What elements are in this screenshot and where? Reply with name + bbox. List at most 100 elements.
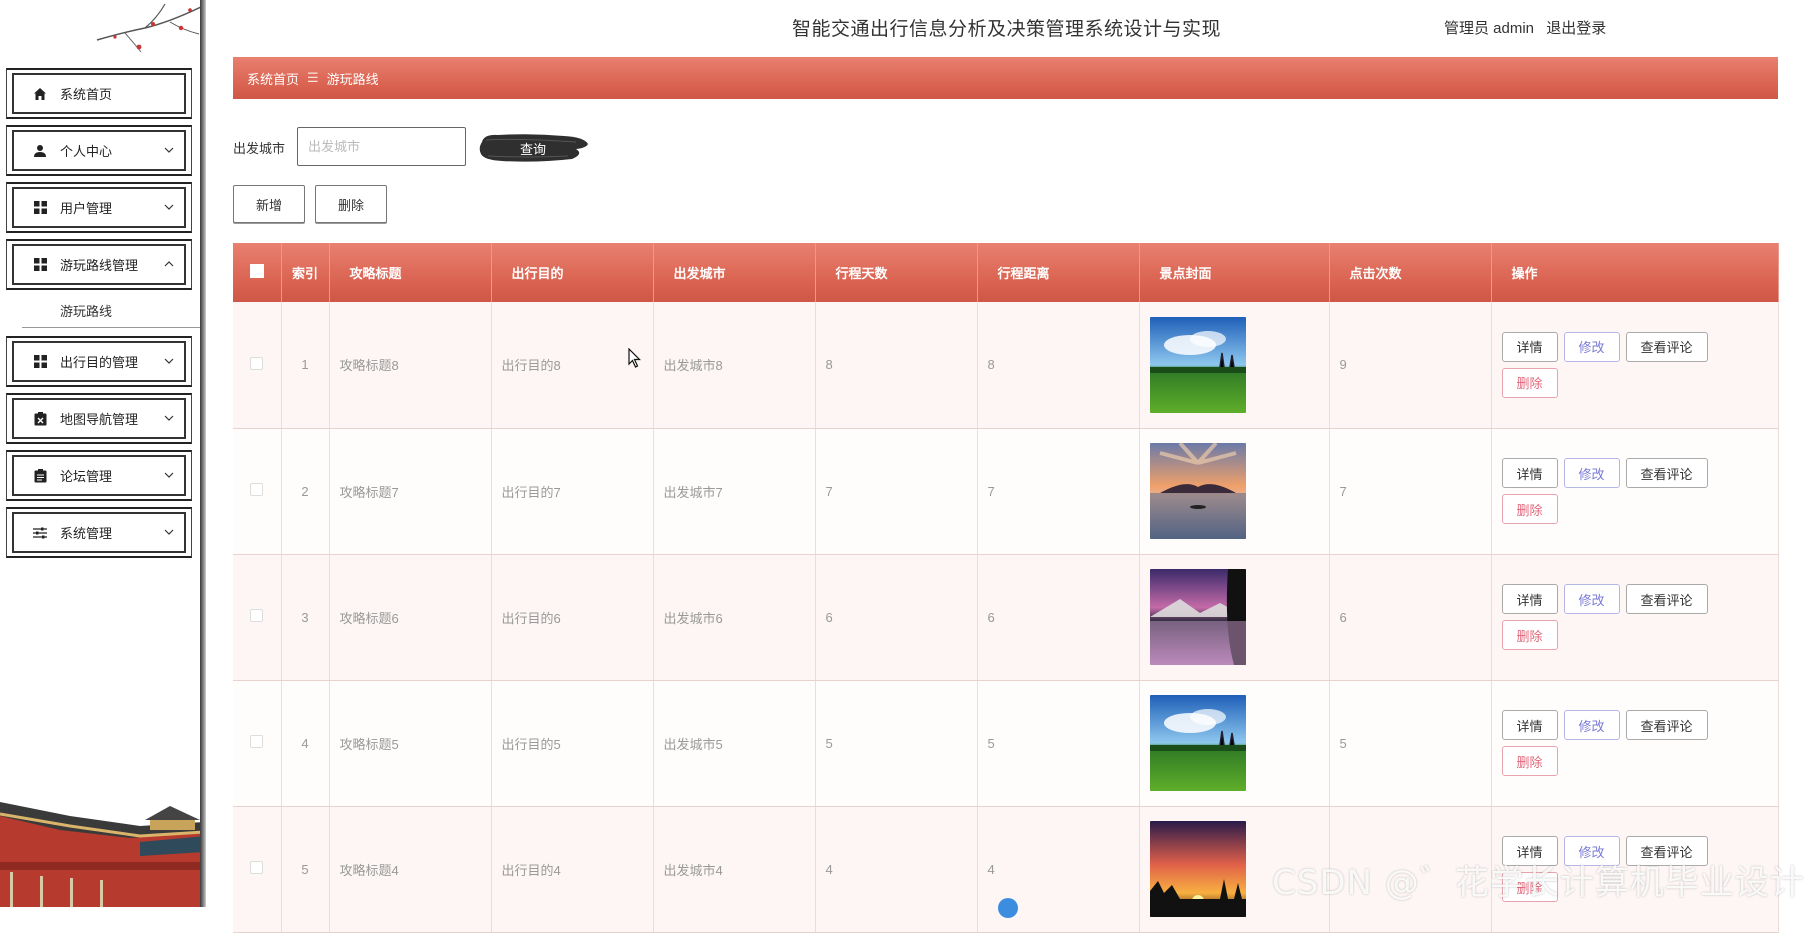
table-header-row: 索引 攻略标题 出行目的 出发城市 行程天数 行程距离 景点封面 点击次数 操作: [233, 243, 1779, 302]
column-header-distance: 行程距离: [977, 243, 1140, 302]
view-comments-button[interactable]: 查看评论: [1625, 458, 1708, 488]
row-checkbox[interactable]: [233, 680, 282, 807]
sidebar-item-label: 出行目的管理: [60, 355, 139, 370]
row-checkbox[interactable]: [233, 302, 282, 429]
view-comments-button[interactable]: 查看评论: [1625, 710, 1708, 740]
column-header-days: 行程天数: [815, 243, 978, 302]
view-comments-button[interactable]: 查看评论: [1625, 584, 1708, 614]
sidebar-item-personal-center[interactable]: 个人中心: [6, 125, 192, 176]
cell-cover: [1139, 428, 1330, 555]
cell-actions: 详情 修改 查看评论删除: [1491, 680, 1779, 807]
cover-image[interactable]: [1149, 569, 1246, 665]
cell-cover: [1139, 680, 1330, 807]
cover-image[interactable]: [1149, 316, 1246, 413]
cover-image[interactable]: [1149, 443, 1246, 539]
detail-button[interactable]: 详情: [1501, 458, 1558, 488]
sidebar-item-label: 用户管理: [60, 201, 113, 216]
edit-button[interactable]: 修改: [1563, 458, 1620, 488]
sidebar-item-label: 系统首页: [60, 87, 113, 102]
sidebar-divider: [200, 0, 206, 907]
sidebar-item-home[interactable]: 系统首页: [6, 68, 192, 119]
grid-icon: [32, 354, 48, 370]
column-header-clicks: 点击次数: [1329, 243, 1492, 302]
cell-city: 出发城市8: [653, 302, 816, 429]
column-header-city: 出发城市: [653, 243, 816, 302]
row-checkbox[interactable]: [233, 806, 282, 933]
sliders-icon: [32, 525, 48, 541]
cell-title: 攻略标题4: [329, 806, 492, 933]
cell-index: 2: [281, 428, 330, 555]
user-area: 管理员 admin 退出登录: [1444, 17, 1614, 38]
detail-button[interactable]: 详情: [1501, 710, 1558, 740]
edit-button[interactable]: 修改: [1563, 331, 1620, 362]
row-delete-button[interactable]: 删除: [1501, 367, 1558, 398]
column-header-index: 索引: [281, 243, 330, 302]
user-icon: [32, 143, 48, 159]
select-all-checkbox[interactable]: [233, 243, 282, 302]
breadcrumb-separator-icon: ☰: [307, 70, 319, 85]
detail-button[interactable]: 详情: [1501, 584, 1558, 614]
departure-city-input[interactable]: [297, 127, 466, 166]
row-delete-button[interactable]: 删除: [1501, 620, 1558, 650]
cell-distance: 7: [977, 428, 1140, 555]
plum-branch-decoration: [96, 3, 200, 53]
clipboard-icon: [32, 468, 48, 484]
sidebar-menu: 系统首页 个人中心 用户管理 游玩路线管理 游玩路线 出行目的管理 地图导航管理…: [0, 68, 200, 564]
row-delete-button[interactable]: 删除: [1501, 746, 1558, 776]
query-button-label: 查询: [519, 141, 546, 157]
cell-purpose: 出行目的5: [491, 680, 654, 807]
watermark: CSDN @゛花学长计算机毕业设计: [1272, 863, 1805, 903]
sidebar-item-label: 系统管理: [60, 526, 113, 541]
detail-button[interactable]: 详情: [1501, 331, 1558, 362]
scroll-indicator[interactable]: [998, 898, 1018, 918]
user-role: 管理员 admin: [1444, 20, 1535, 37]
edit-button[interactable]: 修改: [1563, 584, 1620, 614]
routes-table: 索引 攻略标题 出行目的 出发城市 行程天数 行程距离 景点封面 点击次数 操作…: [233, 243, 1779, 933]
sidebar-item-system-management[interactable]: 系统管理: [6, 507, 192, 558]
cell-index: 5: [281, 806, 330, 933]
logout-link[interactable]: 退出登录: [1546, 20, 1606, 37]
sidebar-subitem-routes[interactable]: 游玩路线: [22, 294, 200, 328]
app-title: 智能交通出行信息分析及决策管理系统设计与实现: [792, 19, 1222, 40]
query-button[interactable]: 查询: [476, 128, 590, 168]
delete-button[interactable]: 删除: [315, 185, 387, 223]
clipboard-x-icon: [32, 411, 48, 427]
cell-distance: 8: [977, 302, 1140, 429]
mouse-cursor-icon: [628, 348, 641, 368]
sidebar-item-route-management[interactable]: 游玩路线管理: [6, 239, 192, 290]
chevron-down-icon: [164, 415, 174, 421]
cell-city: 出发城市5: [653, 680, 816, 807]
breadcrumb-home[interactable]: 系统首页: [247, 69, 299, 88]
row-checkbox[interactable]: [233, 428, 282, 555]
cover-image[interactable]: [1149, 821, 1246, 917]
cell-title: 攻略标题7: [329, 428, 492, 555]
column-header-purpose: 出行目的: [491, 243, 654, 302]
home-icon: [32, 86, 48, 102]
sidebar: 系统首页 个人中心 用户管理 游玩路线管理 游玩路线 出行目的管理 地图导航管理…: [0, 0, 200, 907]
cell-city: 出发城市7: [653, 428, 816, 555]
view-comments-button[interactable]: 查看评论: [1625, 331, 1708, 362]
row-checkbox[interactable]: [233, 554, 282, 681]
edit-button[interactable]: 修改: [1563, 710, 1620, 740]
cell-actions: 详情 修改 查看评论删除: [1491, 302, 1779, 429]
chevron-down-icon: [164, 147, 174, 153]
sidebar-item-map-navigation[interactable]: 地图导航管理: [6, 393, 192, 444]
cell-purpose: 出行目的6: [491, 554, 654, 681]
row-delete-button[interactable]: 删除: [1501, 494, 1558, 524]
sidebar-item-label: 游玩路线管理: [60, 258, 139, 273]
cell-clicks: 6: [1329, 554, 1492, 681]
cell-actions: 详情 修改 查看评论删除: [1491, 554, 1779, 681]
table-row: 2 攻略标题7 出行目的7 出发城市7 7 7 7 详情 修改 查看评论 删除: [233, 428, 1779, 555]
column-header-title: 攻略标题: [329, 243, 492, 302]
sidebar-item-purpose-management[interactable]: 出行目的管理: [6, 336, 192, 387]
sidebar-item-forum-management[interactable]: 论坛管理: [6, 450, 192, 501]
table-row: 1 攻略标题8 出行目的8 出发城市8 8 8 9 详情 修改 查看评论 删除: [233, 302, 1779, 429]
table-row: 4 攻略标题5 出行目的5 出发城市5 5 5 5 详情 修改 查看评论 删除: [233, 680, 1779, 807]
cover-image[interactable]: [1149, 695, 1246, 791]
search-label: 出发城市: [233, 141, 286, 156]
column-header-cover: 景点封面: [1139, 243, 1330, 302]
add-button[interactable]: 新增: [233, 185, 305, 223]
cell-days: 5: [815, 680, 978, 807]
sidebar-item-label: 论坛管理: [60, 469, 113, 484]
sidebar-item-user-management[interactable]: 用户管理: [6, 182, 192, 233]
